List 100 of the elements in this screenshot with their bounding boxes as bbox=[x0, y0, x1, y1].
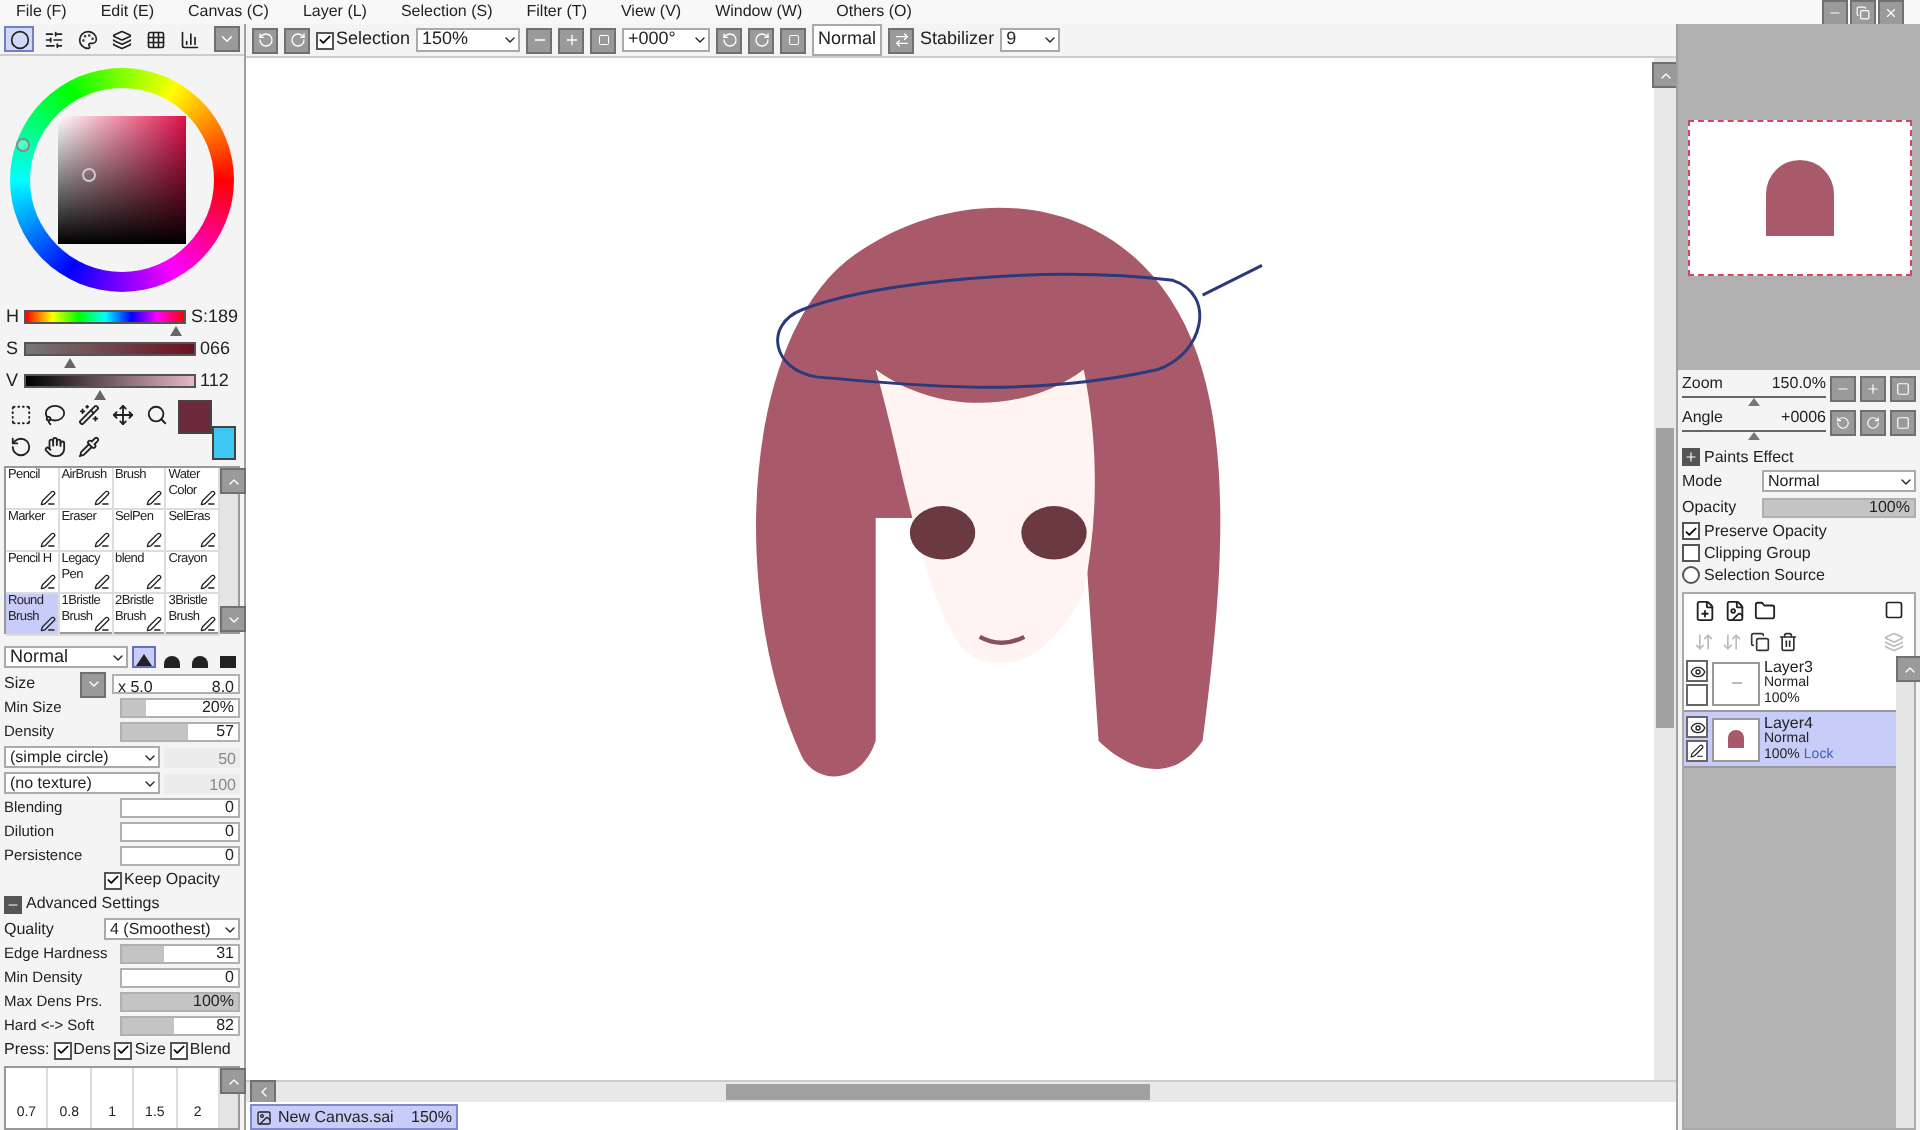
dropdown[interactable]: (simple circle) bbox=[4, 746, 160, 768]
zoom-control-button[interactable] bbox=[1830, 375, 1856, 401]
move-icon[interactable] bbox=[109, 400, 138, 428]
canvas[interactable] bbox=[246, 58, 1654, 1080]
document-tab[interactable]: New Canvas.sai 150% bbox=[250, 1104, 458, 1130]
layer-tool-toggle[interactable] bbox=[1686, 740, 1708, 762]
scroll-thumb[interactable] bbox=[726, 1084, 1150, 1100]
scrollbar[interactable] bbox=[246, 1080, 1676, 1102]
rotate-right-button[interactable] bbox=[748, 27, 775, 53]
scroll-up-button[interactable] bbox=[1652, 62, 1678, 88]
menu-item[interactable]: Layer (L) bbox=[302, 0, 367, 24]
visibility-toggle[interactable] bbox=[1686, 660, 1708, 682]
dropdown[interactable]: (no texture) bbox=[4, 772, 160, 794]
scroll-up-button[interactable] bbox=[220, 468, 246, 494]
expand-icon[interactable] bbox=[1682, 448, 1700, 466]
slider-value: 100% bbox=[1869, 495, 1910, 519]
navigator-slider[interactable] bbox=[1682, 396, 1826, 404]
scroll-up-button[interactable] bbox=[220, 1068, 246, 1094]
angle-dropdown[interactable]: +000° bbox=[622, 28, 711, 52]
checkbox[interactable] bbox=[1682, 522, 1700, 540]
color-swatch[interactable] bbox=[178, 400, 212, 434]
menu-item[interactable]: Window (W) bbox=[715, 0, 803, 24]
slider-field[interactable]: 20% bbox=[120, 698, 240, 718]
checkbox[interactable] bbox=[53, 1041, 72, 1059]
blend-mode-field[interactable]: Normal bbox=[812, 24, 883, 56]
menu-item[interactable]: Selection (S) bbox=[400, 0, 493, 24]
scroll-up-button[interactable] bbox=[1896, 656, 1920, 682]
menu-item[interactable]: Edit (E) bbox=[100, 0, 154, 24]
collapse-button[interactable] bbox=[214, 26, 240, 52]
lasso-icon[interactable] bbox=[40, 400, 69, 428]
stabilizer-dropdown[interactable]: 9 bbox=[1000, 28, 1061, 52]
layer-mode-dropdown[interactable]: Normal bbox=[1762, 470, 1916, 492]
search-icon[interactable] bbox=[143, 400, 172, 428]
navigator-slider[interactable] bbox=[1682, 430, 1826, 438]
slider-field[interactable]: 100% bbox=[120, 992, 240, 1012]
slider-thumb[interactable] bbox=[93, 390, 106, 400]
checkbox[interactable] bbox=[1682, 544, 1700, 562]
slider-value: 0 bbox=[225, 820, 234, 844]
reset-zoom-button[interactable] bbox=[590, 27, 617, 53]
scroll-down-button[interactable] bbox=[220, 606, 246, 632]
pipette-icon[interactable] bbox=[74, 432, 103, 460]
navigator-panel[interactable] bbox=[1678, 24, 1920, 370]
undo-button[interactable] bbox=[252, 27, 278, 53]
checkbox[interactable] bbox=[316, 31, 334, 49]
slider-field[interactable]: 100% bbox=[1762, 497, 1916, 517]
restore-button[interactable] bbox=[1850, 0, 1876, 25]
wand-icon[interactable] bbox=[74, 400, 103, 428]
size-multiplier-button[interactable] bbox=[80, 671, 106, 697]
stabilizer-label: Stabilizer bbox=[920, 26, 995, 53]
size-field[interactable]: x 5.0 8.0 bbox=[112, 674, 240, 694]
redo-button[interactable] bbox=[284, 27, 310, 53]
checkbox[interactable] bbox=[114, 1041, 133, 1059]
menu-item[interactable]: Canvas (C) bbox=[188, 0, 269, 24]
menu-item[interactable]: View (V) bbox=[620, 0, 682, 24]
hue-handle[interactable] bbox=[16, 138, 30, 152]
rotate-left-button[interactable] bbox=[716, 27, 743, 53]
minimize-button[interactable] bbox=[1822, 0, 1848, 25]
checkbox[interactable] bbox=[104, 871, 122, 889]
color-swatch[interactable] bbox=[212, 426, 236, 460]
scrollbar[interactable] bbox=[1896, 656, 1914, 1128]
quality-dropdown[interactable]: 4 (Smoothest) bbox=[104, 918, 240, 940]
slider-field[interactable]: 0 bbox=[120, 846, 240, 866]
slider-field[interactable]: 31 bbox=[120, 944, 240, 964]
menu-item[interactable]: Filter (T) bbox=[526, 0, 587, 24]
scroll-thumb[interactable] bbox=[1656, 428, 1674, 728]
slider-value: 0 bbox=[225, 966, 234, 990]
hand-icon[interactable] bbox=[40, 432, 69, 460]
zoom-out-button[interactable] bbox=[526, 27, 553, 53]
slider-field[interactable]: 0 bbox=[120, 798, 240, 818]
angle-control-button[interactable] bbox=[1860, 409, 1886, 435]
zoom-control-button[interactable] bbox=[1890, 375, 1916, 401]
slider-field[interactable]: 57 bbox=[120, 722, 240, 742]
slider-thumb[interactable] bbox=[1748, 432, 1760, 440]
zoom-in-button[interactable] bbox=[558, 27, 585, 53]
angle-control-button[interactable] bbox=[1830, 409, 1856, 435]
checkbox[interactable] bbox=[169, 1041, 188, 1059]
color-mode-tab[interactable] bbox=[4, 26, 34, 52]
zoom-dropdown[interactable]: 150% bbox=[416, 28, 521, 52]
slider-field[interactable]: 0 bbox=[120, 968, 240, 988]
angle-control-button[interactable] bbox=[1890, 409, 1916, 435]
brush-shape-button[interactable] bbox=[132, 646, 156, 668]
slider-field[interactable]: 82 bbox=[120, 1016, 240, 1036]
slider-value: 0 bbox=[225, 796, 234, 820]
saturation-value-square[interactable] bbox=[58, 116, 186, 244]
layer-tool-toggle[interactable] bbox=[1686, 684, 1708, 706]
close-button[interactable] bbox=[1878, 0, 1904, 25]
collapse-icon[interactable] bbox=[4, 895, 22, 913]
rotate-icon[interactable] bbox=[6, 432, 34, 460]
radio-button[interactable] bbox=[1682, 566, 1700, 584]
menu-item[interactable]: File (F) bbox=[16, 0, 67, 24]
zoom-control-button[interactable] bbox=[1860, 375, 1886, 401]
reset-rotation-button[interactable] bbox=[780, 27, 807, 53]
scrollbar[interactable] bbox=[1654, 58, 1676, 1080]
picker-handle[interactable] bbox=[82, 168, 96, 182]
slider-thumb[interactable] bbox=[1748, 398, 1760, 406]
menu-item[interactable]: Others (O) bbox=[836, 0, 912, 24]
flip-button[interactable] bbox=[888, 27, 915, 53]
visibility-toggle[interactable] bbox=[1686, 716, 1708, 738]
slider-field[interactable]: 0 bbox=[120, 822, 240, 842]
blend-mode-dropdown[interactable]: Normal bbox=[4, 646, 128, 668]
